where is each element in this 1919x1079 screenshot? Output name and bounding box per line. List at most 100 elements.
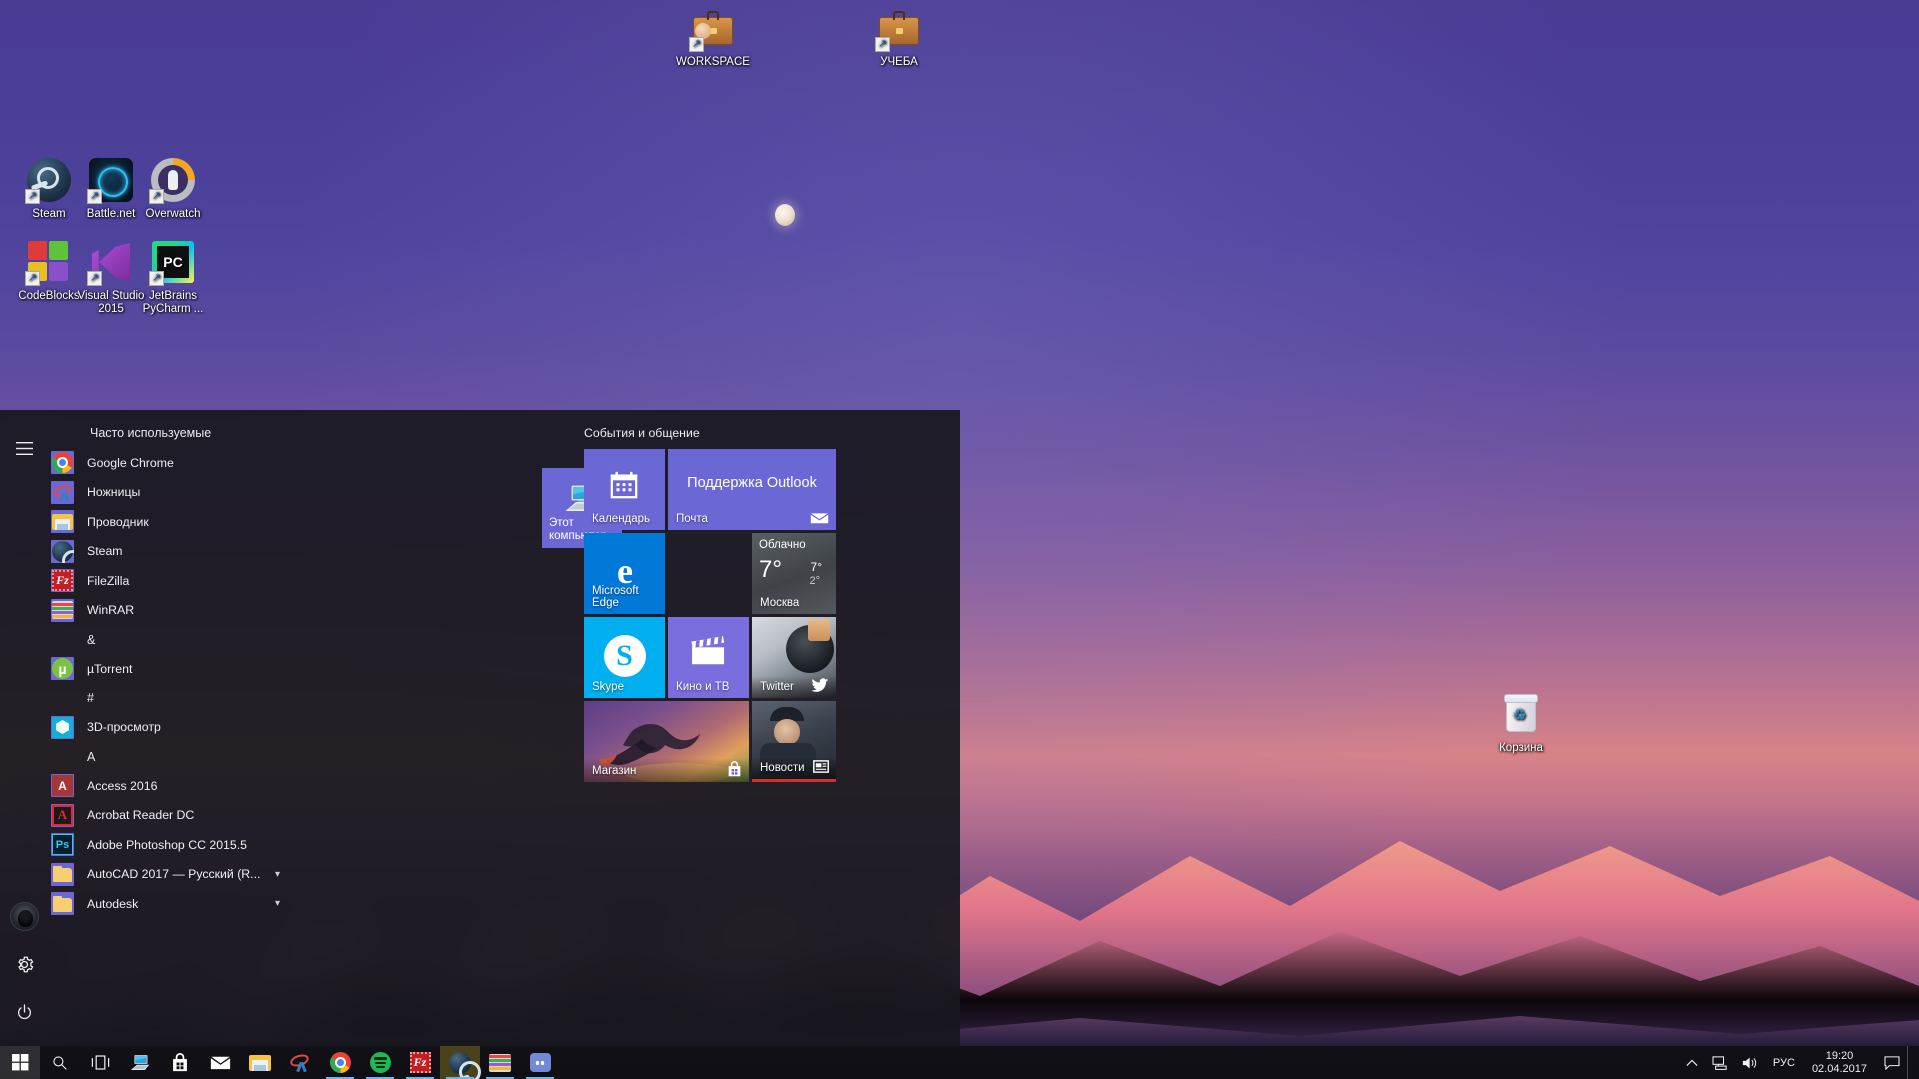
battlenet-icon — [87, 156, 135, 204]
app-icon: µ — [51, 657, 74, 680]
start-app-item[interactable]: Autodesk▾ — [48, 889, 319, 919]
taskbar-button[interactable] — [520, 1046, 560, 1079]
app-icon — [51, 481, 74, 504]
tray-clock[interactable]: 19:20 02.04.2017 — [1802, 1046, 1877, 1079]
alpha-group-header[interactable]: & — [48, 625, 319, 654]
tile-photo-hand — [808, 619, 830, 641]
overwatch-icon — [149, 156, 197, 204]
tile-news[interactable]: Новости — [752, 701, 836, 782]
tile-movies-tv[interactable]: Кино и ТВ — [668, 617, 749, 698]
shortcut-overlay-icon — [25, 189, 40, 204]
tile-calendar[interactable]: Календарь — [584, 449, 665, 530]
user-account-button[interactable] — [0, 892, 48, 940]
desktop-icon-label: JetBrains PyCharm ... — [130, 290, 216, 316]
file-explorer-icon — [249, 1054, 271, 1072]
start-menu-app-list[interactable]: Часто используемые Google ChromeНожницыП… — [48, 410, 319, 1046]
tray-volume-button[interactable] — [1735, 1046, 1766, 1079]
app-label: Adobe Photoshop CC 2015.5 — [87, 838, 247, 852]
folder-icon — [53, 896, 72, 912]
spotify-icon — [370, 1052, 391, 1073]
task-view-button[interactable] — [80, 1046, 120, 1079]
tile-label: Почта — [676, 513, 708, 525]
chevron-down-icon: ▾ — [275, 898, 280, 909]
start-app-item[interactable]: Google Chrome — [48, 448, 319, 478]
tile-label: Москва — [760, 597, 799, 609]
tile-label: Кино и ТВ — [676, 681, 729, 693]
tile-twitter[interactable]: Twitter — [752, 617, 836, 698]
tile-microsoft-edge[interactable]: e Microsoft Edge — [584, 533, 665, 614]
desktop-icon-workspace[interactable]: WORKSPACE — [670, 4, 756, 69]
app-icon: Fz — [51, 569, 74, 592]
taskbar-button[interactable] — [160, 1046, 200, 1079]
desktop-icon-pycharm[interactable]: JetBrains PyCharm ... — [130, 238, 216, 316]
action-center-button[interactable] — [1877, 1046, 1907, 1079]
acrobat-reader-icon: A — [52, 805, 73, 826]
taskbar-button[interactable] — [440, 1046, 480, 1079]
tile-weather[interactable]: Облачно 7° 7° 2° Москва — [752, 533, 836, 614]
settings-button[interactable] — [0, 940, 48, 988]
taskbar-button[interactable] — [480, 1046, 520, 1079]
app-label: Steam — [87, 544, 123, 558]
tray-overflow-button[interactable] — [1679, 1046, 1705, 1079]
app-label: µTorrent — [87, 662, 132, 676]
start-app-item[interactable]: PsAdobe Photoshop CC 2015.5 — [48, 830, 319, 860]
taskbar-button[interactable] — [240, 1046, 280, 1079]
start-app-item[interactable]: WinRAR — [48, 596, 319, 626]
power-icon — [15, 1003, 34, 1022]
start-app-item[interactable]: 3D-просмотр — [48, 713, 319, 743]
app-label: Ножницы — [87, 485, 140, 499]
start-app-item[interactable]: Steam — [48, 537, 319, 567]
start-app-item[interactable]: Fz FileZilla — [48, 566, 319, 596]
taskbar-button[interactable] — [280, 1046, 320, 1079]
alpha-group-header[interactable]: # — [48, 684, 319, 713]
hamburger-menu-button[interactable] — [0, 424, 48, 472]
start-app-item[interactable]: Проводник — [48, 507, 319, 537]
skype-icon: S — [604, 635, 646, 677]
computer-icon — [130, 1054, 151, 1072]
desktop-icon-label: WORKSPACE — [670, 56, 756, 69]
taskbar-button[interactable] — [120, 1046, 160, 1079]
app-label: Google Chrome — [87, 456, 174, 470]
alpha-group-header[interactable]: A — [48, 742, 319, 771]
desktop-icon-overwatch[interactable]: Overwatch — [130, 156, 216, 221]
desktop-icon-label: УЧЕБА — [856, 56, 942, 69]
search-button[interactable] — [40, 1046, 80, 1079]
desktop-icon-recycle-bin[interactable]: ♻ Корзина — [1478, 690, 1564, 755]
taskbar-button[interactable]: Fz — [400, 1046, 440, 1079]
frequent-apps-list: Google Chrome Ножницы Проводник Steam Fz File… — [48, 448, 319, 625]
tray-network-button[interactable] — [1705, 1046, 1735, 1079]
shortcut-overlay-icon — [149, 189, 164, 204]
winrar-icon — [52, 601, 73, 619]
start-app-item[interactable]: AAcrobat Reader DC — [48, 801, 319, 831]
tray-language-indicator[interactable]: РУС — [1766, 1046, 1802, 1079]
taskbar-button[interactable] — [320, 1046, 360, 1079]
app-icon — [51, 716, 74, 739]
app-label: FileZilla — [87, 574, 129, 588]
tile-mail[interactable]: Поддержка Outlook Почта — [668, 449, 836, 530]
desktop-icon-ucheba[interactable]: УЧЕБА — [856, 4, 942, 69]
power-button[interactable] — [0, 988, 48, 1036]
weather-temp: 7° — [759, 557, 782, 583]
taskbar-app-buttons: Fz — [120, 1046, 560, 1079]
tile-store[interactable]: Магазин — [584, 701, 749, 782]
visual-studio-icon — [87, 238, 135, 286]
taskbar-button[interactable] — [360, 1046, 400, 1079]
twitter-icon — [811, 678, 829, 693]
store-icon — [171, 1053, 189, 1072]
recycle-bin-icon: ♻ — [1497, 690, 1545, 738]
tile-headline: Поддержка Outlook — [668, 475, 836, 491]
start-app-item[interactable]: µ µTorrent — [48, 654, 319, 684]
language-label: РУС — [1773, 1057, 1795, 1069]
start-app-item[interactable]: Ножницы — [48, 478, 319, 508]
clock-time: 19:20 — [1826, 1050, 1854, 1063]
taskbar-button[interactable] — [200, 1046, 240, 1079]
start-menu-rail-bottom — [0, 892, 48, 1036]
filezilla-icon: Fz — [410, 1052, 431, 1073]
start-button[interactable] — [0, 1046, 40, 1079]
tile-skype[interactable]: S Skype — [584, 617, 665, 698]
show-desktop-button[interactable] — [1907, 1046, 1919, 1079]
start-app-item[interactable]: AutoCAD 2017 — Русский (R...▾ — [48, 860, 319, 890]
pycharm-icon — [149, 238, 197, 286]
start-app-item[interactable]: AAccess 2016 — [48, 771, 319, 801]
task-view-icon — [91, 1055, 110, 1070]
